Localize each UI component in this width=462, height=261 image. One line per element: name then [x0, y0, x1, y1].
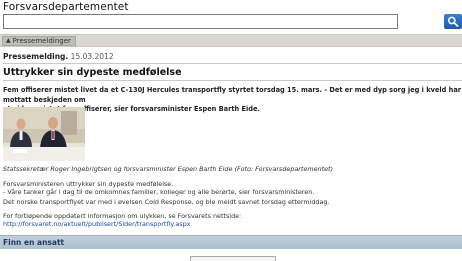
search-input[interactable]: [3, 14, 398, 29]
nav-bar: ▲ Pressemeldinger: [0, 34, 462, 47]
paragraph-line: For fortløpende oppdatert informasjon om…: [3, 212, 242, 220]
photo-caption: Statssekretær Roger Ingebrigtsen og fors…: [3, 165, 333, 173]
article-title: Uttrykker sin dypeste medfølelse: [3, 67, 182, 78]
site-title: Forsvarsdepartementet: [3, 1, 129, 13]
article-paragraph: For fortløpende oppdatert informasjon om…: [3, 212, 462, 228]
article-paragraph: Det norske transportflyet var med i øvel…: [3, 198, 330, 206]
find-employee-label: Finn en ansatt: [3, 238, 65, 247]
article-date: 15.03.2012: [70, 52, 114, 61]
article-paragraph: Forsvarsministeren uttrykker sin dypeste…: [3, 180, 462, 196]
search-icon: [447, 16, 459, 27]
bottom-panel-edge: [190, 256, 276, 261]
paragraph-line: - Våre tanker går i dag til de omkomnes …: [3, 188, 315, 196]
tab-label: Pressemeldinger: [12, 37, 71, 45]
tab-pressemeldinger[interactable]: ▲ Pressemeldinger: [2, 36, 76, 46]
triangle-up-icon: ▲: [6, 37, 11, 44]
search-button[interactable]: [444, 14, 462, 29]
divider: [3, 63, 462, 64]
article-meta: Pressemelding. 15.03.2012: [3, 52, 114, 61]
lead-line: Fem offiserer mistet livet da et C-130J …: [3, 86, 462, 104]
search-row: [3, 14, 462, 30]
divider: [3, 80, 462, 81]
paragraph-line: Forsvarsministeren uttrykker sin dypeste…: [3, 180, 174, 188]
article-type: Pressemelding.: [3, 52, 69, 61]
forsvaret-link[interactable]: http://forsvaret.no/aktuelt/publisert/Si…: [3, 220, 190, 228]
article-photo: [3, 107, 85, 161]
find-employee-bar[interactable]: Finn en ansatt: [0, 235, 462, 249]
